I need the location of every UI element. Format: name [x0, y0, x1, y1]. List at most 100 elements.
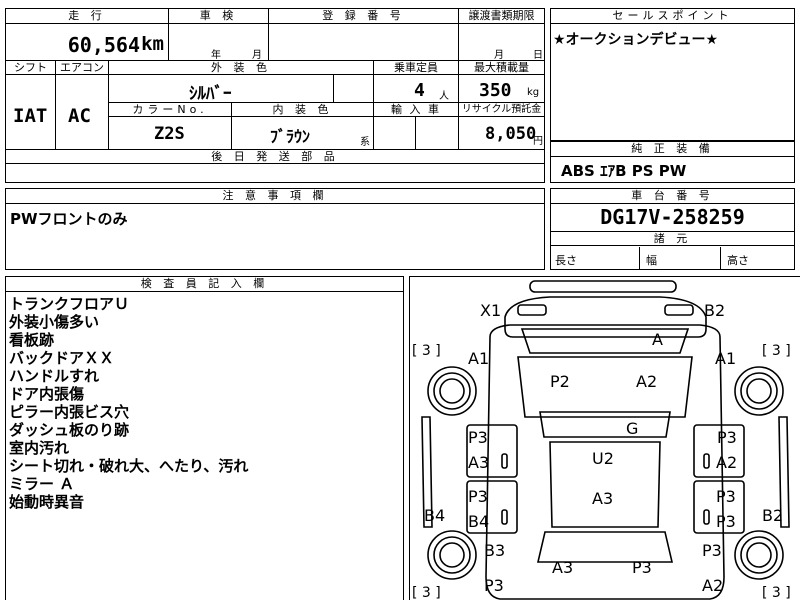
mark-p3-left-bottom: P3 [484, 576, 504, 595]
mark-b2-side: B2 [762, 506, 783, 525]
inspector-note-line: ミラー Ａ [9, 475, 75, 493]
interior-color-header: 内 装 色 [232, 103, 374, 117]
capacity-value: 4 [414, 80, 425, 101]
height-label: 高さ [727, 254, 749, 267]
mark-x1: X1 [480, 301, 501, 320]
exterior-color-extra [334, 75, 374, 103]
inspector-note-line: トランクフロアＵ [9, 295, 130, 313]
mark-p3-right-mid: P3 [716, 487, 736, 506]
mark-tire-rr: [ 3 ] [762, 585, 791, 601]
mark-p3-right-low: P3 [702, 541, 722, 560]
notes-header: 注 意 事 項 欄 [6, 189, 544, 204]
mileage-header: 走 行 [6, 9, 169, 24]
inspector-note-line: ダッシュ板のり跡 [9, 421, 130, 439]
notes-text: PWフロントのみ [10, 210, 128, 228]
transfer-header: 譲渡書類期限 [459, 9, 544, 24]
inspector-notes-box: 検 査 員 記 入 欄 トランクフロアＵ 外装小傷多い 看板跡 バックドアＸＸ … [5, 276, 404, 600]
recycle-unit: 円 [533, 136, 543, 147]
max-load-unit: kg [527, 87, 540, 98]
transfer-month-unit: 月 [494, 50, 504, 60]
chassis-box: 車 台 番 号 DG17V-258259 諸 元 長さ 幅 高さ [550, 188, 795, 270]
mark-p3-left-top: P3 [468, 428, 488, 447]
transfer-day-unit: 日 [533, 50, 543, 60]
mark-a1-right: A1 [715, 349, 736, 368]
import-cell-a [374, 117, 416, 149]
genuine-equipment-header: 純 正 装 備 [551, 142, 794, 157]
registration-header: 登 録 番 号 [269, 9, 459, 24]
inspector-notes-header: 検 査 員 記 入 欄 [6, 277, 403, 292]
car-diagram-box: X1 B2 A [ 3 ] [ 3 ] A1 A1 P2 A2 G P3 P3 … [409, 276, 800, 601]
mark-a3-left: A3 [468, 453, 489, 472]
capacity-header: 乗車定員 [374, 61, 459, 75]
width-cell: 幅 [640, 247, 721, 269]
interior-color-cell: ﾌﾞﾗｳﾝ 系 [232, 117, 374, 149]
dimensions-header: 諸 元 [551, 231, 794, 246]
inspection-year-unit: 年 [211, 50, 221, 60]
width-label: 幅 [646, 254, 657, 267]
car-diagram: X1 B2 A [ 3 ] [ 3 ] A1 A1 P2 A2 G P3 P3 … [412, 280, 791, 601]
mark-b4-side: B4 [424, 506, 445, 525]
max-load-value: 350 [479, 80, 512, 101]
mark-a1-left: A1 [468, 349, 489, 368]
transfer-cell: 月 日 [459, 24, 544, 60]
height-cell: 高さ [721, 247, 794, 269]
later-parts-header: 後 日 発 送 部 品 [6, 150, 544, 164]
mark-b3-left: B3 [484, 541, 505, 560]
interior-color-value: ﾌﾞﾗｳﾝ [270, 127, 311, 146]
mark-a-hood: A [652, 330, 663, 349]
mark-a2-right-bottom: A2 [702, 576, 723, 595]
shift-header: シフト [6, 61, 56, 75]
length-cell: 長さ [551, 247, 640, 269]
chassis-number: DG17V-258259 [600, 205, 745, 229]
mark-g: G [626, 419, 638, 438]
mileage-unit: km [141, 33, 164, 55]
chassis-header: 車 台 番 号 [551, 189, 794, 204]
mark-a3-center: A3 [592, 489, 613, 508]
genuine-equipment-text: ABS ｴｱB PS PW [561, 162, 687, 180]
shift-cell: IAT [6, 75, 56, 149]
inspection-header: 車 検 [169, 9, 269, 24]
inspection-cell: 年 月 [169, 24, 269, 60]
recycle-value: 8,050 [485, 124, 537, 144]
mark-tire-fr: [ 3 ] [762, 343, 791, 359]
sales-point-text: ★オークションデビュー★ [553, 32, 719, 48]
vehicle-info-grid: 走 行 車 検 登 録 番 号 譲渡書類期限 60,564 km 年 月 月 日… [5, 8, 545, 183]
exterior-color-value: ｼﾙﾊﾞｰ [189, 84, 232, 103]
recycle-cell: 8,050 円 [459, 117, 544, 149]
mark-tire-fl: [ 3 ] [412, 343, 441, 359]
mark-p3-left-mid: P3 [468, 487, 488, 506]
later-parts-cell [6, 164, 544, 182]
sales-point-box: セールスポイント ★オークションデビュー★ [550, 8, 795, 141]
import-header: 輸 入 車 [374, 103, 459, 117]
recycle-header: リサイクル預託金 [459, 103, 544, 117]
inspector-note-line: 始動時異音 [9, 493, 85, 511]
mark-a3-rear: A3 [552, 558, 573, 577]
max-load-cell: 350 kg [459, 75, 544, 103]
inspector-notes-list: トランクフロアＵ 外装小傷多い 看板跡 バックドアＸＸ ハンドルすれ ドア内張傷… [9, 295, 399, 511]
inspector-note-line: バックドアＸＸ [9, 349, 115, 367]
mark-p3-right-mid2: P3 [716, 512, 736, 531]
mark-b2-top: B2 [704, 301, 725, 320]
capacity-cell: 4 人 [374, 75, 459, 103]
sales-point-header: セールスポイント [551, 9, 794, 24]
mark-p3-rear: P3 [632, 558, 652, 577]
mark-a2-front: A2 [636, 372, 657, 391]
aircon-value: AC [68, 105, 91, 127]
notes-box: 注 意 事 項 欄 PWフロントのみ [5, 188, 545, 270]
exterior-color-cell: ｼﾙﾊﾞｰ [109, 75, 334, 103]
aircon-header: エアコン [56, 61, 109, 75]
mark-p2: P2 [550, 372, 570, 391]
color-no-value: Z2S [154, 124, 185, 144]
inspector-note-line: ドア内張傷 [9, 385, 85, 403]
inspector-note-line: 外装小傷多い [9, 313, 100, 331]
mark-u2: U2 [592, 449, 614, 468]
mark-b4-left: B4 [468, 512, 489, 531]
inspector-note-line: 室内汚れ [9, 439, 70, 457]
exterior-color-header: 外 装 色 [109, 61, 374, 75]
mark-a2-right: A2 [716, 453, 737, 472]
color-no-header: カラーNo. [109, 103, 232, 117]
length-label: 長さ [555, 254, 577, 267]
inspection-month-unit: 月 [252, 50, 262, 60]
import-cell-b [416, 117, 459, 149]
max-load-header: 最大積載量 [459, 61, 544, 75]
